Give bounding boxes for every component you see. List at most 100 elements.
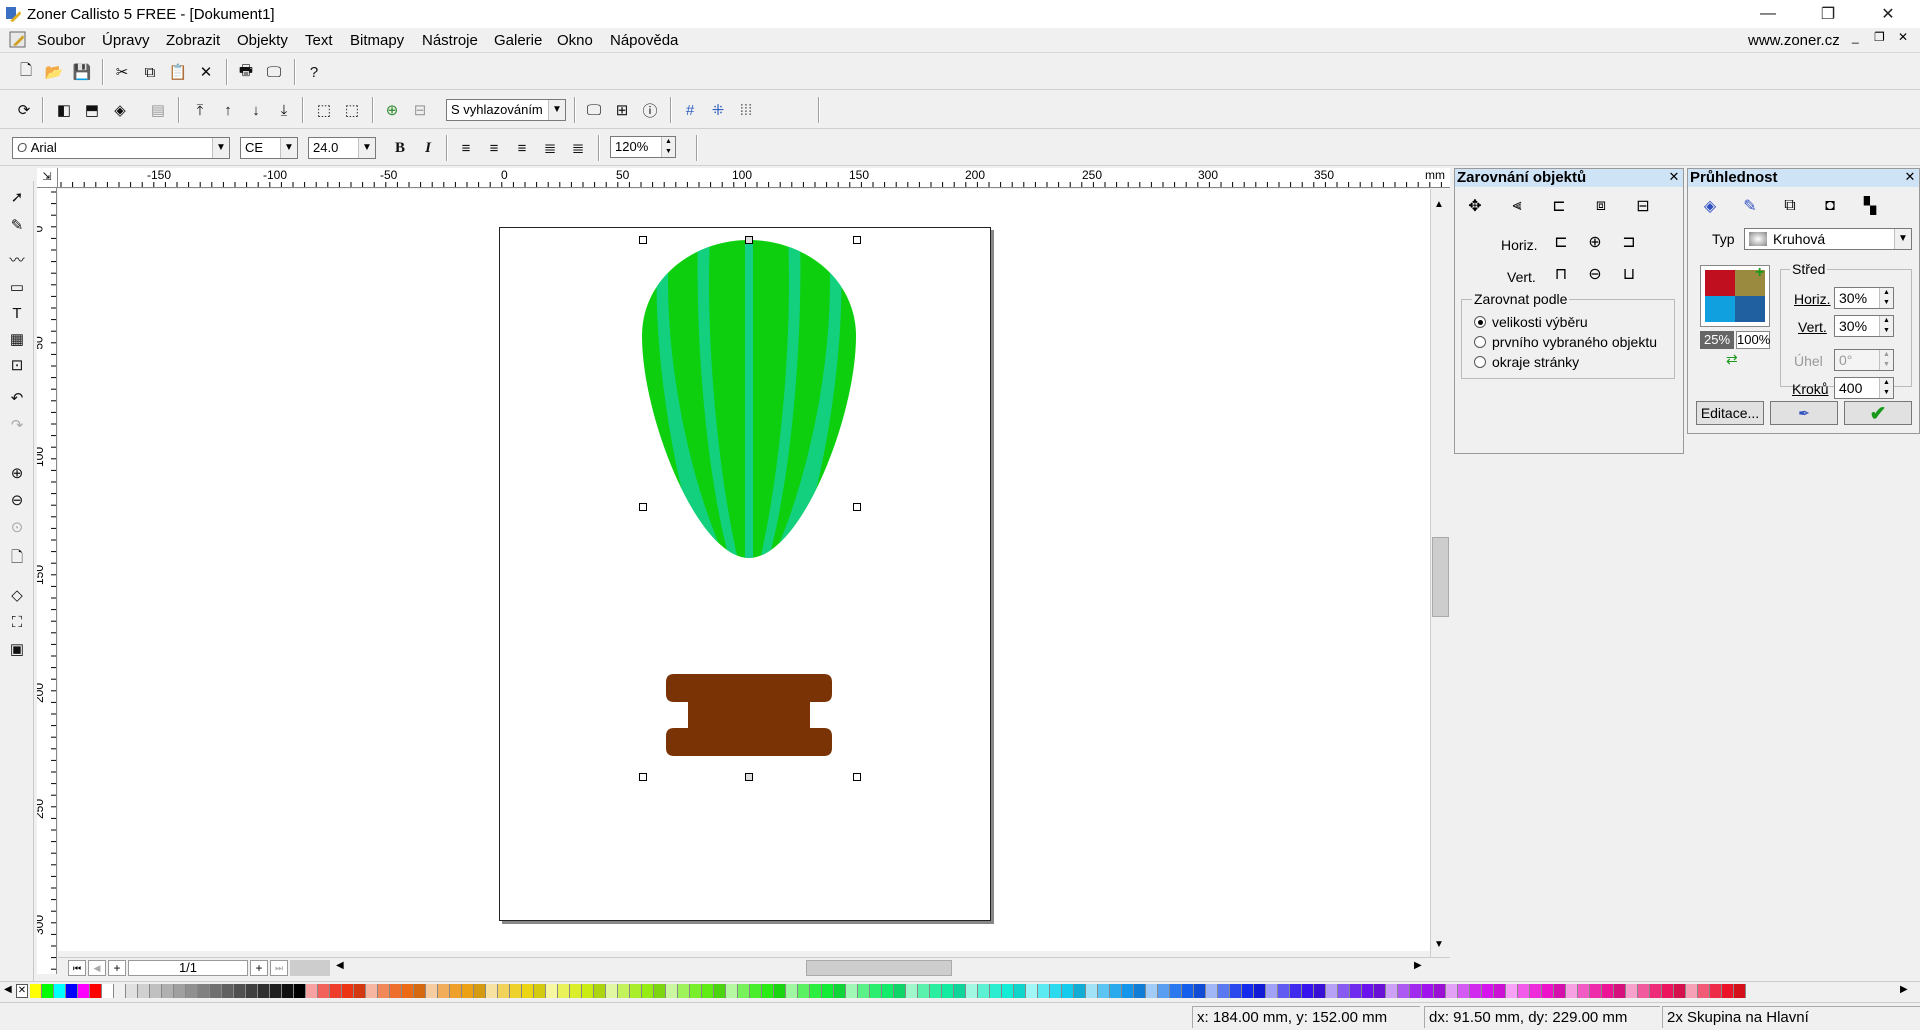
text-tool-icon[interactable]: T — [5, 301, 29, 325]
palette-swatch[interactable] — [702, 984, 714, 998]
palette-swatch[interactable] — [1506, 984, 1518, 998]
combine-icon[interactable]: ⊕ — [380, 98, 404, 122]
snap-guides-icon[interactable]: ⁜ — [706, 98, 730, 122]
spinner-arrows-icon[interactable]: ▲ ▼ — [661, 137, 675, 157]
edit-button[interactable]: Editace... — [1696, 401, 1764, 425]
rotate-icon[interactable]: ⟳ — [12, 98, 36, 122]
menu-okno[interactable]: Okno — [557, 32, 593, 49]
drawing-canvas[interactable] — [58, 189, 1430, 951]
palette-swatch[interactable] — [114, 984, 126, 998]
palette-scroll-right-icon[interactable]: ▶ — [1900, 984, 1908, 995]
print-icon[interactable]: 🖶 — [234, 60, 258, 84]
palette-swatch[interactable] — [30, 984, 42, 998]
swap-icon[interactable]: ⇄ — [1726, 351, 1738, 368]
palette-swatch[interactable] — [1410, 984, 1422, 998]
add-color-icon[interactable]: + — [1755, 264, 1764, 282]
force-justify-icon[interactable]: ≣ — [566, 136, 590, 160]
palette-swatch[interactable] — [882, 984, 894, 998]
page-view-icon[interactable]: 🗋 — [5, 547, 29, 571]
palette-swatch[interactable] — [1314, 984, 1326, 998]
selection-handle[interactable] — [853, 773, 861, 781]
save-icon[interactable]: 💾 — [70, 60, 94, 84]
selection-handle[interactable] — [745, 236, 753, 244]
palette-swatch[interactable] — [1302, 984, 1314, 998]
palette-swatch[interactable] — [954, 984, 966, 998]
first-page-icon[interactable]: ⏮ — [68, 960, 86, 976]
palette-swatch[interactable] — [1086, 984, 1098, 998]
palette-swatch[interactable] — [630, 984, 642, 998]
zoom-in-icon[interactable]: ⊕ — [5, 461, 29, 485]
palette-swatch[interactable] — [1662, 984, 1674, 998]
align-vcenter-icon[interactable]: ⊖ — [1581, 261, 1609, 287]
transparency-type-select[interactable]: Kruhová ▼ — [1744, 228, 1912, 250]
palette-swatch[interactable] — [354, 984, 366, 998]
add-page-icon[interactable]: + — [108, 960, 126, 976]
line-spacing-spinner[interactable]: 120% ▲ ▼ — [610, 136, 676, 158]
palette-swatch[interactable] — [1386, 984, 1398, 998]
full-screen-icon[interactable]: 🖵 — [582, 98, 606, 122]
palette-swatch[interactable] — [1074, 984, 1086, 998]
palette-swatch[interactable] — [930, 984, 942, 998]
center-icon[interactable]: ⊟ — [1629, 193, 1657, 219]
palette-swatch[interactable] — [1194, 984, 1206, 998]
palette-swatch[interactable] — [846, 984, 858, 998]
end-opacity[interactable]: 100% — [1736, 331, 1770, 349]
menu-napoveda[interactable]: Nápověda — [610, 32, 678, 49]
menu-nastroje[interactable]: Nástroje — [422, 32, 478, 49]
palette-swatch[interactable] — [1698, 984, 1710, 998]
palette-swatch[interactable] — [918, 984, 930, 998]
palette-swatch[interactable] — [1590, 984, 1602, 998]
palette-swatch[interactable] — [546, 984, 558, 998]
scroll-up-icon[interactable]: ▲ — [1434, 199, 1444, 210]
radio-selection-size[interactable]: velikosti výběru — [1474, 314, 1588, 330]
palette-swatch[interactable] — [1362, 984, 1374, 998]
palette-swatch[interactable] — [1566, 984, 1578, 998]
eyedropper-icon[interactable]: ✒ — [1770, 401, 1838, 425]
group-icon[interactable]: ⬚ — [312, 98, 336, 122]
palette-swatch[interactable] — [798, 984, 810, 998]
palette-swatch[interactable] — [1134, 984, 1146, 998]
start-opacity[interactable]: 25% — [1700, 331, 1734, 349]
close-window-button[interactable]: ✕ — [1860, 0, 1916, 28]
italic-button[interactable]: I — [416, 136, 440, 160]
palette-swatch[interactable] — [54, 984, 66, 998]
palette-swatch[interactable] — [1110, 984, 1122, 998]
selection-handle[interactable] — [639, 503, 647, 511]
menu-soubor[interactable]: Soubor — [37, 32, 85, 49]
palette-swatch[interactable] — [822, 984, 834, 998]
palette-swatch[interactable] — [594, 984, 606, 998]
palette-swatch[interactable] — [714, 984, 726, 998]
palette-swatch[interactable] — [570, 984, 582, 998]
flip-horizontal-icon[interactable]: ◧ — [52, 98, 76, 122]
bold-button[interactable]: B — [388, 136, 412, 160]
menu-zobrazit[interactable]: Zobrazit — [166, 32, 220, 49]
vertical-scrollbar[interactable]: ▲ ▼ — [1430, 189, 1450, 957]
selection-handle[interactable] — [639, 773, 647, 781]
undo-icon[interactable]: ↶ — [5, 386, 29, 410]
palette-swatch[interactable] — [1710, 984, 1722, 998]
palette-swatch[interactable] — [510, 984, 522, 998]
palette-swatch[interactable] — [1398, 984, 1410, 998]
palette-swatch[interactable] — [894, 984, 906, 998]
palette-swatch[interactable] — [1578, 984, 1590, 998]
selection-handle[interactable] — [639, 236, 647, 244]
align-right-icon[interactable]: ⊐ — [1615, 229, 1643, 255]
palette-swatch[interactable] — [1002, 984, 1014, 998]
palette-swatch[interactable] — [738, 984, 750, 998]
palette-swatch[interactable] — [858, 984, 870, 998]
apply-checkmark-icon[interactable]: ✔ — [1844, 401, 1912, 425]
palette-swatch[interactable] — [1158, 984, 1170, 998]
palette-swatch[interactable] — [786, 984, 798, 998]
palette-swatch[interactable] — [726, 984, 738, 998]
rectangle-tool-icon[interactable]: ▭ — [5, 275, 29, 299]
table-tool-icon[interactable]: ▦ — [5, 327, 29, 351]
palette-swatch[interactable] — [1458, 984, 1470, 998]
font-size-select[interactable]: 24.0 ▼ — [308, 137, 376, 159]
page-tab-thumb[interactable] — [290, 960, 330, 976]
palette-swatch[interactable] — [318, 984, 330, 998]
palette-swatch[interactable] — [438, 984, 450, 998]
pointer-tool-icon[interactable]: ➚ — [5, 185, 29, 209]
view-layout-icon[interactable]: ⊞ — [610, 98, 634, 122]
menu-text[interactable]: Text — [305, 32, 333, 49]
color-preview[interactable]: + — [1700, 264, 1770, 327]
